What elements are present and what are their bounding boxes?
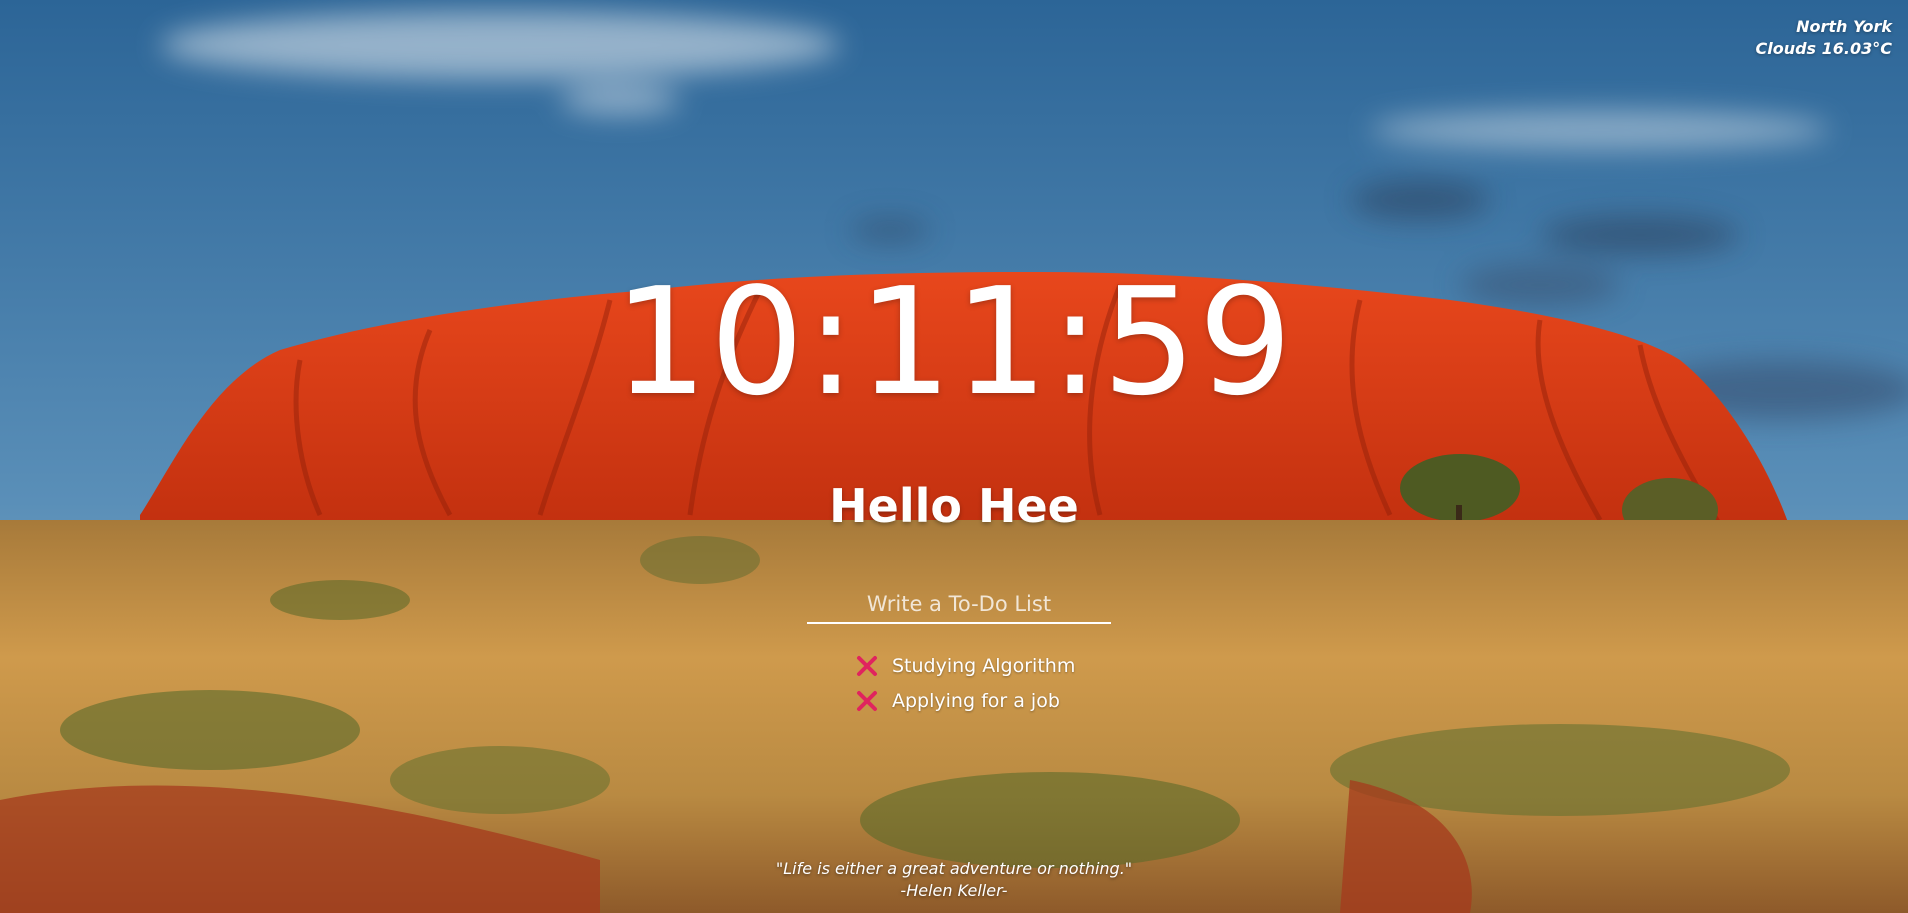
weather-widget: North York Clouds 16.03°C: [1755, 16, 1892, 60]
delete-todo-button[interactable]: [854, 688, 880, 714]
todo-item: Applying for a job: [854, 683, 1075, 718]
quote-author: -Helen Keller-: [900, 881, 1008, 900]
todo-form: [807, 590, 1111, 624]
clock: 10:11:59: [613, 256, 1295, 428]
greeting: Hello Hee: [829, 479, 1079, 533]
todo-item-label: Applying for a job: [892, 689, 1060, 712]
landscape-image: [0, 0, 1908, 913]
background-image: [0, 0, 1908, 913]
weather-city: North York: [1796, 17, 1892, 36]
todo-item: Studying Algorithm: [854, 648, 1075, 683]
quote: "Life is either a great adventure or not…: [0, 858, 1908, 902]
weather-condition: Clouds 16.03°C: [1755, 39, 1892, 58]
todo-input[interactable]: [807, 590, 1111, 624]
close-icon: [857, 655, 877, 676]
quote-text: "Life is either a great adventure or not…: [775, 859, 1133, 878]
todo-list: Studying Algorithm Applying for a job: [854, 648, 1075, 718]
todo-item-label: Studying Algorithm: [892, 654, 1076, 677]
delete-todo-button[interactable]: [854, 653, 880, 679]
close-icon: [857, 690, 877, 711]
